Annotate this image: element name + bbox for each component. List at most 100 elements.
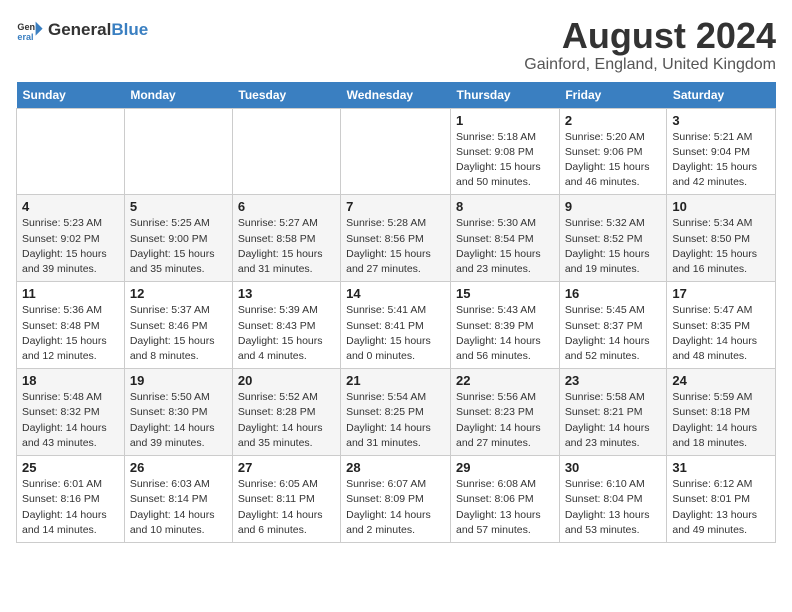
day-info: Sunrise: 6:05 AM Sunset: 8:11 PM Dayligh… bbox=[238, 477, 335, 538]
day-number: 4 bbox=[22, 199, 119, 214]
day-info: Sunrise: 6:03 AM Sunset: 8:14 PM Dayligh… bbox=[130, 477, 227, 538]
calendar-header: SundayMondayTuesdayWednesdayThursdayFrid… bbox=[17, 82, 776, 109]
day-number: 25 bbox=[22, 460, 119, 475]
day-number: 14 bbox=[346, 286, 445, 301]
day-number: 12 bbox=[130, 286, 227, 301]
calendar-cell: 3Sunrise: 5:21 AM Sunset: 9:04 PM Daylig… bbox=[667, 108, 776, 195]
calendar-cell: 14 Sunrise: 5:41 AM Sunset: 8:41 PM Dayli… bbox=[341, 282, 451, 369]
calendar-cell: 25 Sunrise: 6:01 AM Sunset: 8:16 PM Dayli… bbox=[17, 456, 125, 543]
day-info: Sunrise: 5:54 AM Sunset: 8:25 PM Dayligh… bbox=[346, 390, 445, 451]
day-of-week-header: Tuesday bbox=[232, 82, 340, 109]
day-info: Sunrise: 5:52 AM Sunset: 8:28 PM Dayligh… bbox=[238, 390, 335, 451]
calendar-cell: 20 Sunrise: 5:52 AM Sunset: 8:28 PM Dayli… bbox=[232, 369, 340, 456]
logo-general: General bbox=[48, 20, 111, 40]
day-number: 29 bbox=[456, 460, 554, 475]
day-info: Sunrise: 5:34 AM Sunset: 8:50 PM Dayligh… bbox=[672, 216, 770, 277]
logo-blue: Blue bbox=[111, 20, 148, 40]
day-number: 1 bbox=[456, 113, 554, 128]
day-info: Sunrise: 5:48 AM Sunset: 8:32 PM Dayligh… bbox=[22, 390, 119, 451]
day-info: Sunrise: 5:47 AM Sunset: 8:35 PM Dayligh… bbox=[672, 303, 770, 364]
day-number: 19 bbox=[130, 373, 227, 388]
calendar-week-row: 25 Sunrise: 6:01 AM Sunset: 8:16 PM Dayli… bbox=[17, 456, 776, 543]
calendar-cell: 28 Sunrise: 6:07 AM Sunset: 8:09 PM Dayli… bbox=[341, 456, 451, 543]
day-number: 6 bbox=[238, 199, 335, 214]
day-info: Sunrise: 5:25 AM Sunset: 9:00 PM Dayligh… bbox=[130, 216, 227, 277]
svg-text:eral: eral bbox=[17, 32, 33, 42]
day-number: 16 bbox=[565, 286, 662, 301]
day-number: 30 bbox=[565, 460, 662, 475]
calendar-cell: 17 Sunrise: 5:47 AM Sunset: 8:35 PM Dayli… bbox=[667, 282, 776, 369]
calendar-cell: 13Sunrise: 5:39 AM Sunset: 8:43 PM Dayli… bbox=[232, 282, 340, 369]
day-info: Sunrise: 5:18 AM Sunset: 9:08 PM Dayligh… bbox=[456, 130, 554, 191]
calendar-cell: 6Sunrise: 5:27 AM Sunset: 8:58 PM Daylig… bbox=[232, 195, 340, 282]
day-number: 24 bbox=[672, 373, 770, 388]
day-number: 10 bbox=[672, 199, 770, 214]
calendar-cell: 19Sunrise: 5:50 AM Sunset: 8:30 PM Dayli… bbox=[124, 369, 232, 456]
day-info: Sunrise: 5:43 AM Sunset: 8:39 PM Dayligh… bbox=[456, 303, 554, 364]
day-number: 8 bbox=[456, 199, 554, 214]
calendar-cell: 7 Sunrise: 5:28 AM Sunset: 8:56 PM Daylig… bbox=[341, 195, 451, 282]
calendar-week-row: 4 Sunrise: 5:23 AM Sunset: 9:02 PM Daylig… bbox=[17, 195, 776, 282]
day-of-week-header: Friday bbox=[559, 82, 667, 109]
calendar-cell: 10 Sunrise: 5:34 AM Sunset: 8:50 PM Dayli… bbox=[667, 195, 776, 282]
calendar-cell: 24 Sunrise: 5:59 AM Sunset: 8:18 PM Dayli… bbox=[667, 369, 776, 456]
day-number: 7 bbox=[346, 199, 445, 214]
day-number: 21 bbox=[346, 373, 445, 388]
day-of-week-header: Sunday bbox=[17, 82, 125, 109]
calendar-table: SundayMondayTuesdayWednesdayThursdayFrid… bbox=[16, 82, 776, 543]
main-title: August 2024 bbox=[524, 16, 776, 56]
calendar-cell: 18 Sunrise: 5:48 AM Sunset: 8:32 PM Dayli… bbox=[17, 369, 125, 456]
day-number: 23 bbox=[565, 373, 662, 388]
day-number: 5 bbox=[130, 199, 227, 214]
calendar-cell: 27 Sunrise: 6:05 AM Sunset: 8:11 PM Dayli… bbox=[232, 456, 340, 543]
day-info: Sunrise: 6:10 AM Sunset: 8:04 PM Dayligh… bbox=[565, 477, 662, 538]
day-number: 18 bbox=[22, 373, 119, 388]
day-info: Sunrise: 5:37 AM Sunset: 8:46 PM Dayligh… bbox=[130, 303, 227, 364]
calendar-week-row: 11 Sunrise: 5:36 AM Sunset: 8:48 PM Dayli… bbox=[17, 282, 776, 369]
calendar-week-row: 18 Sunrise: 5:48 AM Sunset: 8:32 PM Dayli… bbox=[17, 369, 776, 456]
svg-text:Gen: Gen bbox=[17, 22, 35, 32]
day-of-week-header: Saturday bbox=[667, 82, 776, 109]
day-number: 3 bbox=[672, 113, 770, 128]
day-number: 20 bbox=[238, 373, 335, 388]
day-info: Sunrise: 5:32 AM Sunset: 8:52 PM Dayligh… bbox=[565, 216, 662, 277]
day-info: Sunrise: 5:28 AM Sunset: 8:56 PM Dayligh… bbox=[346, 216, 445, 277]
day-number: 17 bbox=[672, 286, 770, 301]
page-header: Gen eral General Blue August 2024 Gainfo… bbox=[16, 16, 776, 74]
calendar-cell bbox=[341, 108, 451, 195]
calendar-cell bbox=[17, 108, 125, 195]
day-info: Sunrise: 6:08 AM Sunset: 8:06 PM Dayligh… bbox=[456, 477, 554, 538]
day-info: Sunrise: 6:01 AM Sunset: 8:16 PM Dayligh… bbox=[22, 477, 119, 538]
day-number: 27 bbox=[238, 460, 335, 475]
calendar-cell: 26 Sunrise: 6:03 AM Sunset: 8:14 PM Dayli… bbox=[124, 456, 232, 543]
calendar-week-row: 1 Sunrise: 5:18 AM Sunset: 9:08 PM Daylig… bbox=[17, 108, 776, 195]
day-number: 11 bbox=[22, 286, 119, 301]
day-info: Sunrise: 5:39 AM Sunset: 8:43 PM Dayligh… bbox=[238, 303, 335, 364]
calendar-cell: 8Sunrise: 5:30 AM Sunset: 8:54 PM Daylig… bbox=[451, 195, 560, 282]
calendar-cell bbox=[124, 108, 232, 195]
day-info: Sunrise: 5:36 AM Sunset: 8:48 PM Dayligh… bbox=[22, 303, 119, 364]
calendar-cell: 9Sunrise: 5:32 AM Sunset: 8:52 PM Daylig… bbox=[559, 195, 667, 282]
calendar-cell: 5 Sunrise: 5:25 AM Sunset: 9:00 PM Daylig… bbox=[124, 195, 232, 282]
day-number: 26 bbox=[130, 460, 227, 475]
day-of-week-header: Monday bbox=[124, 82, 232, 109]
calendar-cell: 29 Sunrise: 6:08 AM Sunset: 8:06 PM Dayli… bbox=[451, 456, 560, 543]
day-info: Sunrise: 5:41 AM Sunset: 8:41 PM Dayligh… bbox=[346, 303, 445, 364]
calendar-cell: 23 Sunrise: 5:58 AM Sunset: 8:21 PM Dayli… bbox=[559, 369, 667, 456]
day-info: Sunrise: 5:59 AM Sunset: 8:18 PM Dayligh… bbox=[672, 390, 770, 451]
day-info: Sunrise: 5:20 AM Sunset: 9:06 PM Dayligh… bbox=[565, 130, 662, 191]
day-number: 31 bbox=[672, 460, 770, 475]
day-of-week-header: Wednesday bbox=[341, 82, 451, 109]
calendar-cell: 31 Sunrise: 6:12 AM Sunset: 8:01 PM Dayli… bbox=[667, 456, 776, 543]
day-info: Sunrise: 5:23 AM Sunset: 9:02 PM Dayligh… bbox=[22, 216, 119, 277]
day-of-week-header: Thursday bbox=[451, 82, 560, 109]
calendar-cell: 2Sunrise: 5:20 AM Sunset: 9:06 PM Daylig… bbox=[559, 108, 667, 195]
calendar-body: 1 Sunrise: 5:18 AM Sunset: 9:08 PM Daylig… bbox=[17, 108, 776, 542]
logo-icon: Gen eral bbox=[16, 16, 44, 44]
day-info: Sunrise: 5:58 AM Sunset: 8:21 PM Dayligh… bbox=[565, 390, 662, 451]
day-number: 28 bbox=[346, 460, 445, 475]
calendar-cell: 16Sunrise: 5:45 AM Sunset: 8:37 PM Dayli… bbox=[559, 282, 667, 369]
calendar-cell bbox=[232, 108, 340, 195]
day-info: Sunrise: 6:07 AM Sunset: 8:09 PM Dayligh… bbox=[346, 477, 445, 538]
day-info: Sunrise: 6:12 AM Sunset: 8:01 PM Dayligh… bbox=[672, 477, 770, 538]
